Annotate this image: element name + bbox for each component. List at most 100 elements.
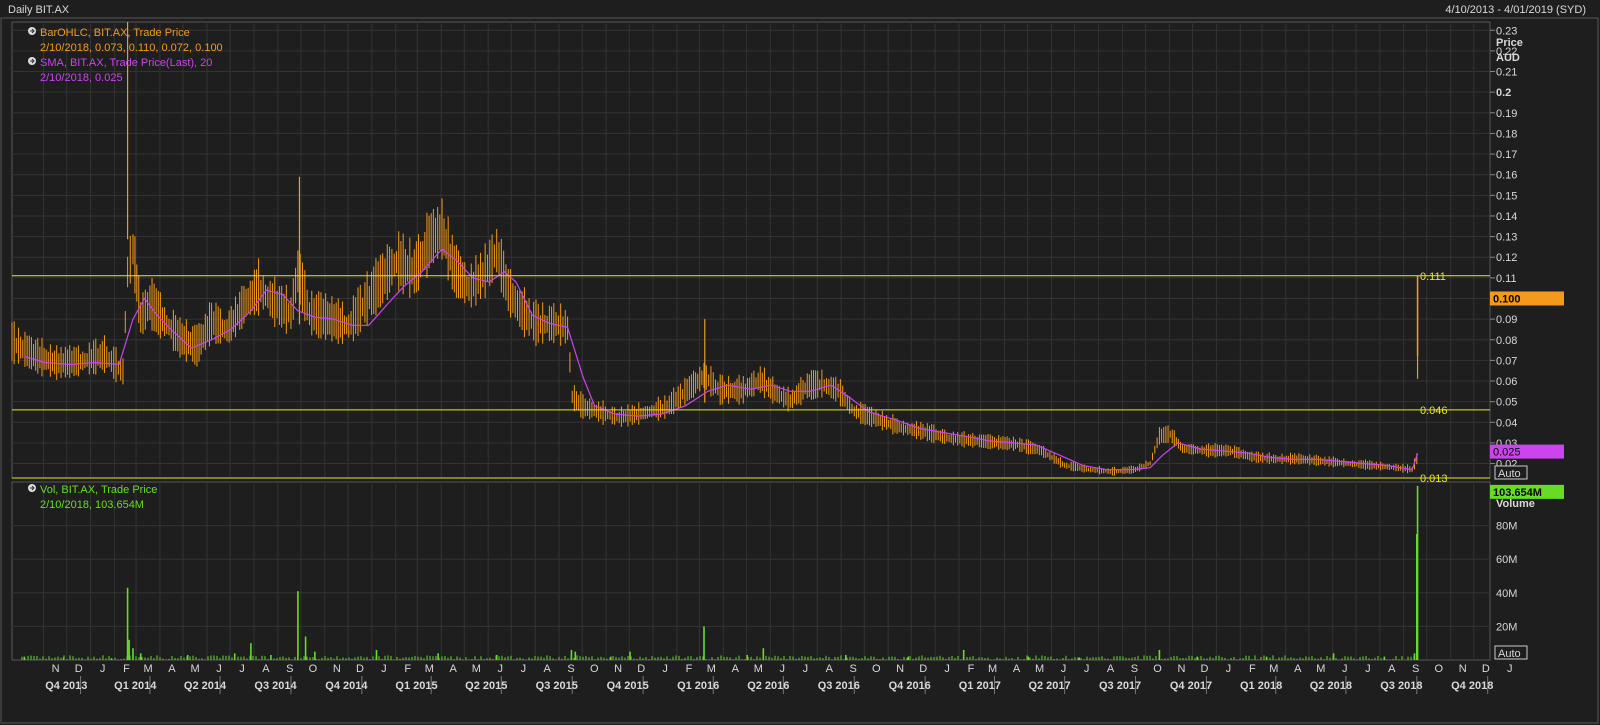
- quarter-label: Q1 2016: [677, 680, 719, 692]
- volume-axis-label: Volume: [1496, 498, 1535, 510]
- reference-line-label: 0.111: [1420, 271, 1446, 283]
- month-label: M: [754, 663, 763, 675]
- quarter-label: Q4 2016: [889, 680, 931, 692]
- reference-line-label: 0.046: [1420, 405, 1448, 417]
- month-label: O: [1153, 663, 1162, 675]
- month-label: A: [1388, 663, 1396, 675]
- price-tick-label: 0.08: [1496, 335, 1517, 347]
- quarter-label: Q1 2018: [1240, 680, 1282, 692]
- last-price-value: 0.100: [1493, 293, 1521, 305]
- month-label: J: [1084, 663, 1090, 675]
- volume-tick-label: 60M: [1496, 554, 1517, 566]
- volume-auto-label: Auto: [1498, 648, 1521, 660]
- month-label: D: [1482, 663, 1490, 675]
- month-label: D: [919, 663, 927, 675]
- month-label: M: [988, 663, 997, 675]
- quarter-label: Q2 2018: [1310, 680, 1352, 692]
- price-tick-label: 0.06: [1496, 376, 1517, 388]
- month-label: J: [100, 663, 106, 675]
- month-label: O: [1435, 663, 1444, 675]
- price-tick-label: 0.18: [1496, 128, 1517, 140]
- month-label: S: [286, 663, 293, 675]
- month-label: A: [732, 663, 740, 675]
- price-tick-label: 0.19: [1496, 108, 1517, 120]
- price-tick-label: 0.21: [1496, 67, 1517, 79]
- chart-frame: 0.23 0.22 0.21 0.2 0.19 0.18 0.17 0.16 0.15 0.14 0…: [0, 0, 1600, 725]
- month-label: M: [190, 663, 199, 675]
- month-label: J: [1226, 663, 1232, 675]
- quarter-label: Q1 2014: [114, 680, 157, 692]
- month-label: F: [968, 663, 975, 675]
- month-label: J: [779, 663, 785, 675]
- month-label: M: [1269, 663, 1278, 675]
- month-label: J: [239, 663, 245, 675]
- ohlc-legend-values: 2/10/2018, 0.073, 0.110, 0.072, 0.100: [40, 42, 223, 54]
- month-label: A: [1107, 663, 1115, 675]
- quarter-label: Q3 2017: [1099, 680, 1141, 692]
- month-label: J: [1365, 663, 1371, 675]
- month-label: J: [216, 663, 222, 675]
- month-label: N: [614, 663, 622, 675]
- chart-title: Daily BIT.AX: [8, 4, 70, 16]
- volume-legend-title: Vol, BIT.AX, Trade Price: [40, 484, 157, 496]
- month-label: O: [309, 663, 318, 675]
- price-tick-label: 0.23: [1496, 25, 1517, 37]
- month-label: D: [637, 663, 645, 675]
- volume-legend-values: 2/10/2018, 103.654M: [40, 499, 144, 511]
- month-label: M: [1035, 663, 1044, 675]
- chart-canvas: 0.230.220.210.20.190.180.170.160.150.140…: [0, 17, 1599, 724]
- price-tick-label: 0.16: [1496, 170, 1517, 182]
- quarter-label: Q1 2015: [395, 680, 437, 692]
- ohlc-legend-title: BarOHLC, BIT.AX, Trade Price: [40, 27, 190, 39]
- price-axis-label: Price: [1496, 37, 1523, 49]
- month-label: J: [1507, 663, 1513, 675]
- month-label: F: [404, 663, 411, 675]
- month-label: A: [450, 663, 458, 675]
- month-label: N: [896, 663, 904, 675]
- quarter-label: Q3 2016: [818, 680, 860, 692]
- price-axis-unit: AUD: [1496, 52, 1520, 64]
- month-label: A: [544, 663, 552, 675]
- quarter-label: Q3 2018: [1380, 680, 1422, 692]
- sma-legend-values: 2/10/2018, 0.025: [40, 72, 123, 84]
- quarter-label: Q2 2017: [1028, 680, 1070, 692]
- quarter-label: Q3 2015: [536, 680, 578, 692]
- volume-tick-label: 40M: [1496, 588, 1517, 600]
- month-label: S: [1131, 663, 1138, 675]
- quarter-label: Q2 2016: [747, 680, 789, 692]
- month-label: N: [1459, 663, 1467, 675]
- quarter-label: Q2 2014: [184, 680, 227, 692]
- quarter-label: Q2 2015: [465, 680, 507, 692]
- sma-legend-title: SMA, BIT.AX, Trade Price(Last), 20: [40, 57, 212, 69]
- month-label: A: [1294, 663, 1302, 675]
- month-label: J: [803, 663, 809, 675]
- price-tick-label: 0.07: [1496, 355, 1517, 367]
- month-label: M: [143, 663, 152, 675]
- month-label: J: [381, 663, 387, 675]
- volume-tick-label: 20M: [1496, 621, 1517, 633]
- month-label: J: [662, 663, 668, 675]
- month-label: S: [567, 663, 574, 675]
- month-label: J: [1061, 663, 1067, 675]
- price-tick-label: 0.09: [1496, 314, 1517, 326]
- month-label: D: [1201, 663, 1209, 675]
- month-label: J: [1342, 663, 1348, 675]
- month-label: O: [590, 663, 599, 675]
- month-label: N: [1177, 663, 1185, 675]
- price-tick-label: 0.15: [1496, 190, 1517, 202]
- month-label: J: [497, 663, 503, 675]
- quarter-label: Q4 2015: [607, 680, 649, 692]
- month-label: S: [1412, 663, 1419, 675]
- month-label: F: [686, 663, 693, 675]
- month-label: S: [849, 663, 856, 675]
- price-tick-label: 0.17: [1496, 149, 1517, 161]
- month-label: A: [168, 663, 176, 675]
- month-label: A: [1013, 663, 1021, 675]
- month-label: N: [52, 663, 60, 675]
- month-label: D: [356, 663, 364, 675]
- quarter-label: Q3 2014: [254, 680, 297, 692]
- price-tick-label: 0.05: [1496, 397, 1517, 409]
- price-tick-label: 0.14: [1496, 211, 1517, 223]
- month-label: J: [944, 663, 950, 675]
- month-label: A: [262, 663, 270, 675]
